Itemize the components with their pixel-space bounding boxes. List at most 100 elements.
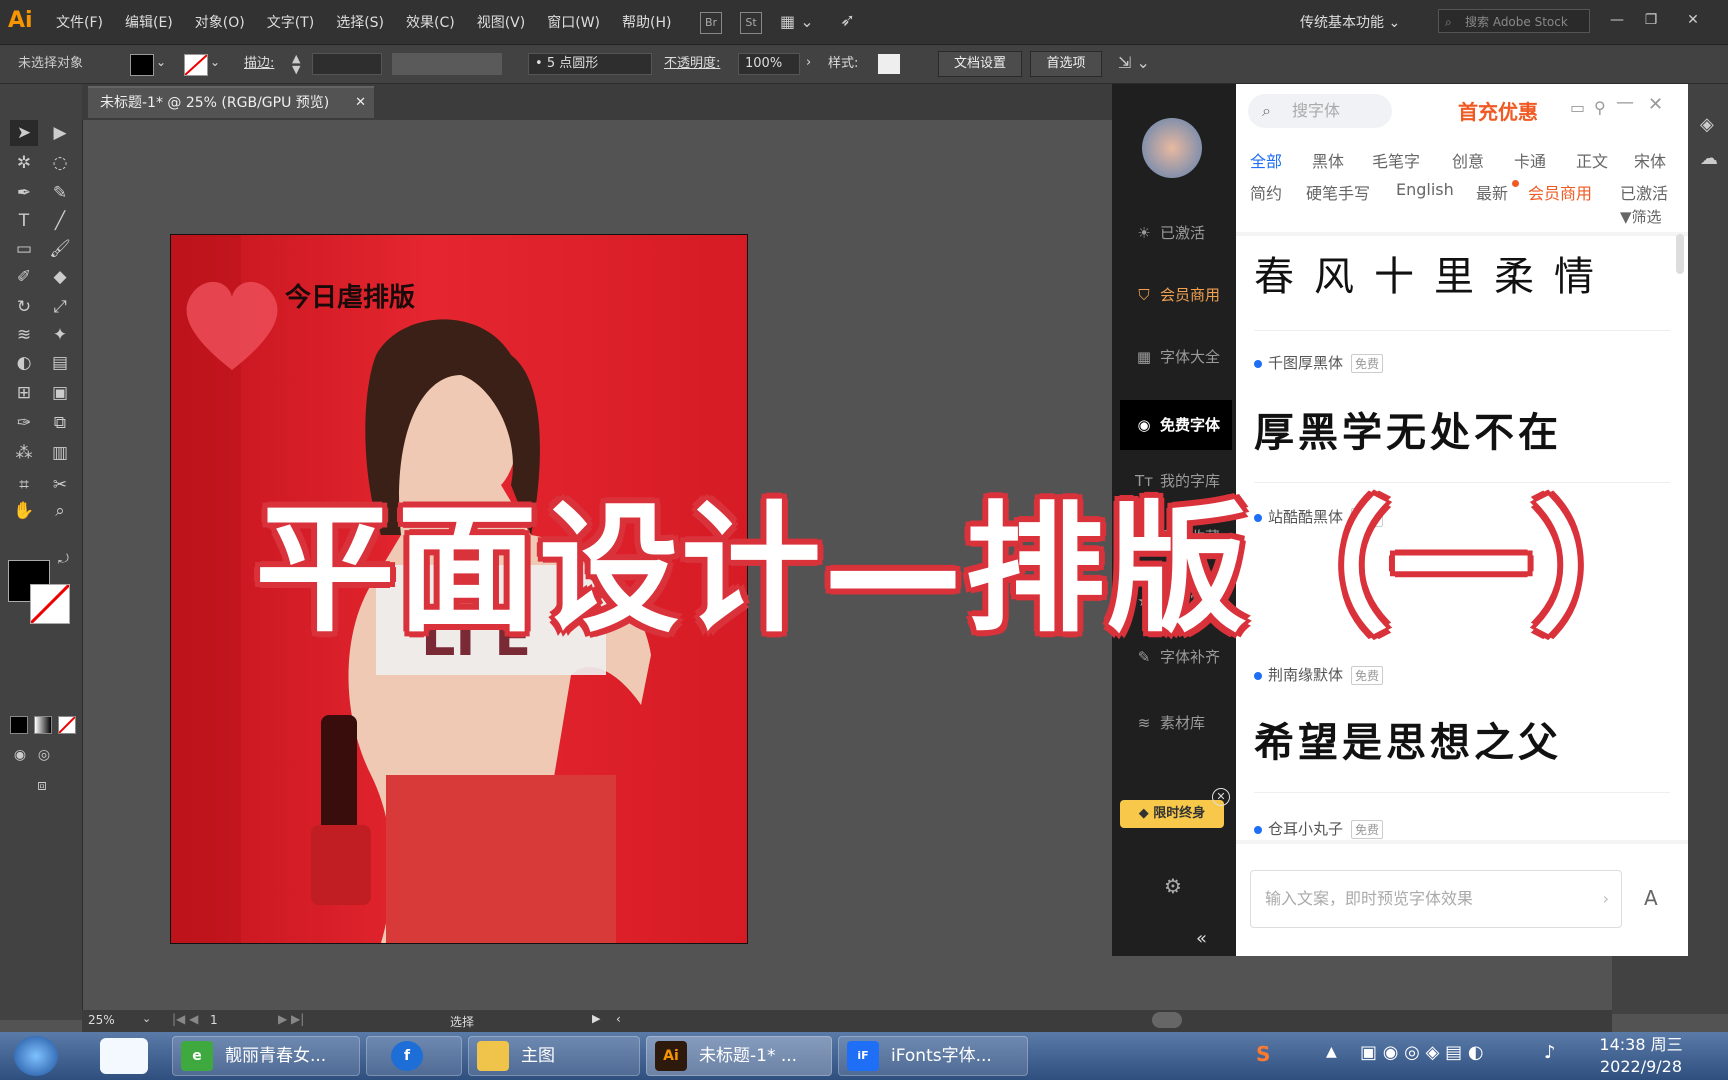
- category-simple[interactable]: 简约: [1250, 180, 1282, 204]
- baidu-netdisk-icon[interactable]: [100, 1038, 148, 1074]
- horizontal-scrollbar-thumb[interactable]: [1152, 1012, 1182, 1028]
- curvature-tool-icon[interactable]: ✎: [46, 180, 74, 206]
- font-preview-2[interactable]: 厚黑学无处不在: [1254, 400, 1562, 458]
- lifetime-badge[interactable]: ◆ 限时终身: [1120, 800, 1224, 828]
- scroll-left-icon[interactable]: ‹: [616, 1012, 621, 1026]
- preview-text-input[interactable]: 输入文案，即时预览字体效果 ›: [1250, 870, 1622, 928]
- stroke-label[interactable]: 描边:: [244, 53, 274, 75]
- avatar[interactable]: [1142, 118, 1202, 178]
- stroke-dropdown-icon[interactable]: ⌄: [210, 55, 220, 69]
- menu-object[interactable]: 对象(O): [195, 12, 245, 32]
- stroke-color-box[interactable]: [29, 583, 71, 625]
- cube-icon[interactable]: ◈: [1700, 114, 1714, 135]
- slice-tool-icon[interactable]: ✂: [46, 472, 74, 498]
- pin-icon[interactable]: ⚲: [1594, 98, 1606, 117]
- color-mode-icon[interactable]: [10, 716, 28, 734]
- menu-effect[interactable]: 效果(C): [406, 12, 455, 32]
- creative-cloud-icon[interactable]: ☁: [1700, 148, 1718, 169]
- opacity-label[interactable]: 不透明度:: [664, 53, 720, 75]
- stock-button[interactable]: St: [740, 12, 762, 34]
- menu-select[interactable]: 选择(S): [336, 12, 384, 32]
- blend-tool-icon[interactable]: ⧉: [46, 410, 74, 436]
- taskbar-item-ifonts[interactable]: iF iFonts字体...: [838, 1036, 1028, 1076]
- tray-icons[interactable]: ▣ ◉ ◎ ◈ ▤ ◐: [1360, 1042, 1484, 1063]
- clock[interactable]: 14:38 周三 2022/9/28: [1586, 1034, 1696, 1078]
- taskbar-item-flash[interactable]: f: [366, 1036, 462, 1076]
- category-english[interactable]: English: [1396, 180, 1454, 199]
- arrange-icon[interactable]: ⇲ ⌄: [1118, 53, 1150, 72]
- column-graph-tool-icon[interactable]: ▥: [46, 440, 74, 466]
- category-activated[interactable]: 已激活: [1620, 180, 1668, 204]
- close-button[interactable]: ✕: [1680, 8, 1706, 32]
- magic-wand-tool-icon[interactable]: ✲: [10, 150, 38, 176]
- zoom-field[interactable]: 25%: [88, 1013, 115, 1027]
- pen-tool-icon[interactable]: ✒: [10, 180, 38, 206]
- stroke-weight-field[interactable]: [312, 53, 382, 75]
- line-tool-icon[interactable]: ╱: [46, 208, 74, 234]
- font-name-5[interactable]: 仓耳小丸子 免费: [1254, 818, 1384, 839]
- font-name-2[interactable]: 千图厚黑体 免费: [1254, 352, 1384, 373]
- stock-search-input[interactable]: ⌕ 搜索 Adobe Stock: [1438, 9, 1590, 33]
- settings-gear-icon[interactable]: ⚙: [1164, 874, 1182, 898]
- message-icon[interactable]: ▭: [1570, 98, 1585, 117]
- gradient-tool-icon[interactable]: ▣: [46, 380, 74, 406]
- screen-mode-icon[interactable]: ⧈: [28, 772, 56, 798]
- eyedropper-tool-icon[interactable]: ✑: [10, 410, 38, 436]
- category-cartoon[interactable]: 卡通: [1514, 148, 1546, 172]
- paintbrush-tool-icon[interactable]: 🖌: [46, 236, 74, 262]
- close-tab-icon[interactable]: ✕: [355, 88, 366, 118]
- arrange-documents-icon[interactable]: ▦ ⌄: [780, 12, 814, 31]
- stroke-stepper[interactable]: ▲ ▼: [292, 53, 300, 75]
- volume-icon[interactable]: ♪: [1544, 1042, 1556, 1063]
- category-body[interactable]: 正文: [1576, 148, 1608, 172]
- document-tab[interactable]: 未标题-1* @ 25% (RGB/GPU 预览) ✕: [88, 86, 374, 118]
- stroke-swatch[interactable]: [184, 54, 208, 76]
- hand-tool-icon[interactable]: ✋: [10, 498, 38, 524]
- eraser-tool-icon[interactable]: ◆: [46, 264, 74, 290]
- swap-colors-icon[interactable]: ⤾: [58, 552, 69, 567]
- brush-definition[interactable]: • 5 点圆形: [528, 53, 652, 75]
- restore-button[interactable]: ❐: [1638, 8, 1664, 32]
- rectangle-tool-icon[interactable]: ▭: [10, 236, 38, 262]
- document-setup-button[interactable]: 文档设置: [938, 51, 1022, 77]
- draw-behind-icon[interactable]: ◎: [30, 742, 58, 768]
- menu-help[interactable]: 帮助(H): [622, 12, 671, 32]
- taskbar-item-illustrator[interactable]: Ai 未标题-1* ...: [646, 1036, 832, 1076]
- variable-width-profile[interactable]: [392, 53, 502, 75]
- sidebar-item-member-commercial[interactable]: ⛉ 会员商用: [1120, 270, 1232, 320]
- font-preview-4[interactable]: 希望是思想之父: [1254, 710, 1562, 768]
- menu-file[interactable]: 文件(F): [56, 12, 103, 32]
- sidebar-item-assets[interactable]: ≋ 素材库: [1120, 698, 1232, 748]
- status-arrow-icon[interactable]: ▶: [592, 1012, 600, 1025]
- direct-selection-tool-icon[interactable]: ▶: [46, 120, 74, 146]
- workspace-switcher[interactable]: 传统基本功能 ⌄: [1300, 12, 1400, 32]
- sidebar-item-activated[interactable]: ☀ 已激活: [1120, 208, 1232, 258]
- font-size-button[interactable]: A: [1644, 886, 1658, 910]
- zoom-dropdown-icon[interactable]: ⌄: [142, 1012, 151, 1025]
- type-tool-icon[interactable]: T: [10, 208, 38, 234]
- symbol-sprayer-tool-icon[interactable]: ⁂: [10, 440, 38, 466]
- selection-tool-icon[interactable]: ➤: [10, 120, 38, 146]
- width-tool-icon[interactable]: ≋: [10, 322, 38, 348]
- graphic-style-swatch[interactable]: [878, 54, 900, 74]
- filter-button[interactable]: ▼筛选: [1620, 206, 1662, 227]
- menu-window[interactable]: 窗口(W): [547, 12, 600, 32]
- perspective-grid-tool-icon[interactable]: ▤: [46, 350, 74, 376]
- page-field[interactable]: 1: [210, 1013, 218, 1027]
- close-panel-icon[interactable]: ✕: [1648, 94, 1663, 115]
- mesh-tool-icon[interactable]: ⊞: [10, 380, 38, 406]
- opacity-arrow-icon[interactable]: ›: [806, 55, 811, 70]
- tray-expand-icon[interactable]: ▲: [1326, 1044, 1337, 1060]
- category-handwriting[interactable]: 硬笔手写: [1306, 180, 1370, 204]
- sidebar-item-free-fonts[interactable]: ◉ 免费字体: [1120, 400, 1232, 450]
- category-newest[interactable]: 最新: [1476, 180, 1508, 204]
- menu-edit[interactable]: 编辑(E): [125, 12, 173, 32]
- category-member[interactable]: 会员商用: [1528, 180, 1592, 204]
- menu-type[interactable]: 文字(T): [267, 12, 314, 32]
- puppet-warp-tool-icon[interactable]: ✦: [46, 322, 74, 348]
- font-name-4[interactable]: 荆南缘默体 免费: [1254, 664, 1384, 685]
- fill-swatch[interactable]: [130, 54, 154, 76]
- sogou-ime-icon[interactable]: S: [1256, 1042, 1270, 1066]
- font-preview-1[interactable]: 春风十里柔情: [1254, 244, 1614, 302]
- close-badge-icon[interactable]: ✕: [1212, 788, 1230, 806]
